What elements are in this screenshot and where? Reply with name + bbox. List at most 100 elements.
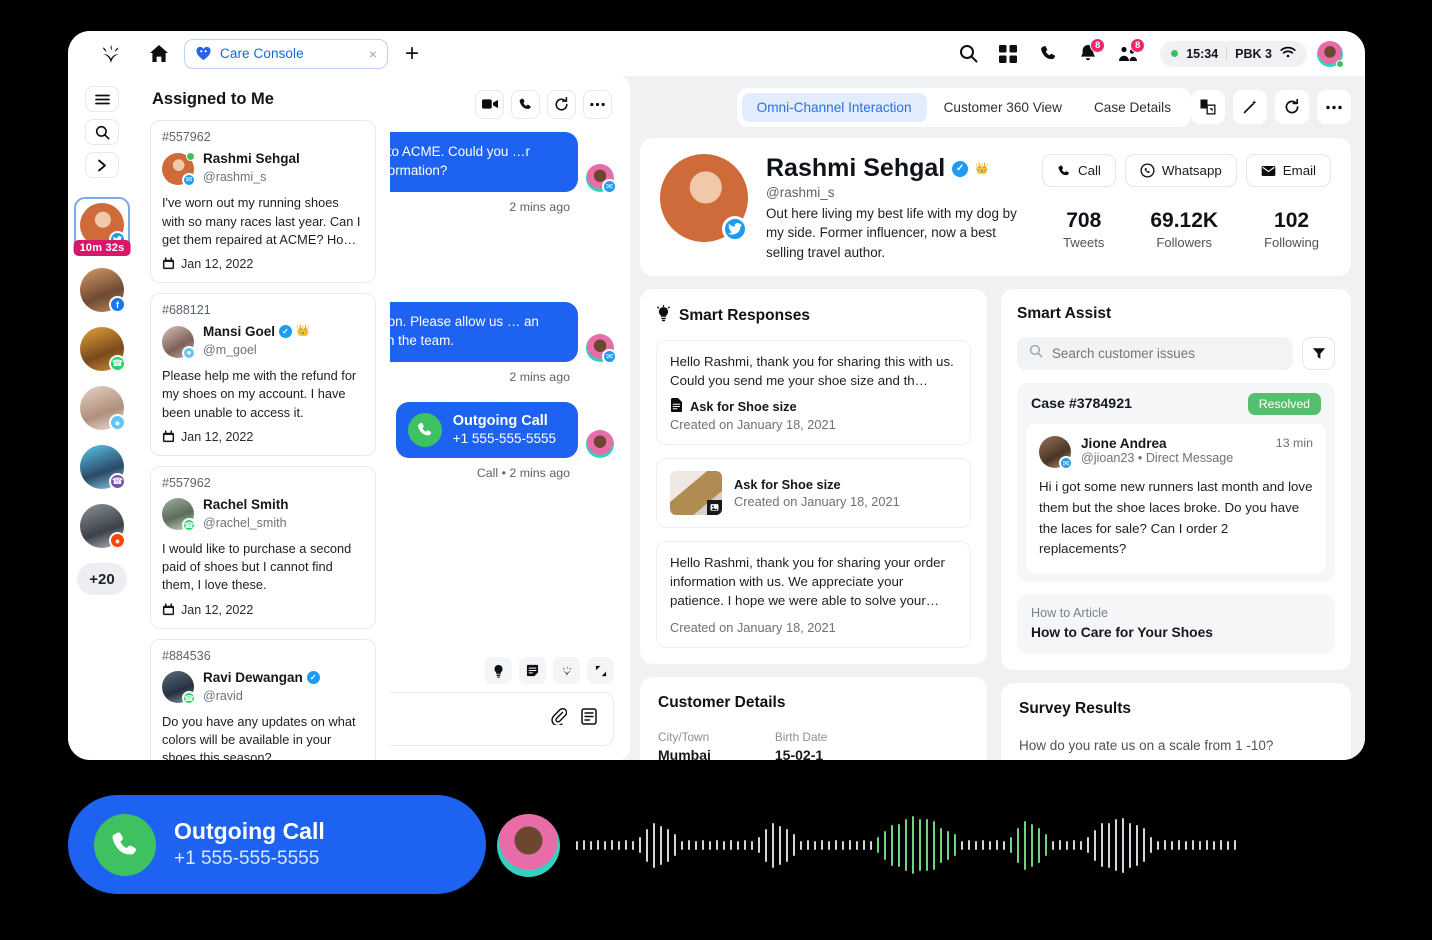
waveform-bar xyxy=(625,840,627,850)
waveform-bar xyxy=(1066,840,1068,850)
sprinklr-logo-icon[interactable] xyxy=(96,43,126,65)
filter-icon[interactable] xyxy=(1302,337,1335,371)
active-call-bar[interactable]: Outgoing Call +1 555-555-5555 xyxy=(68,795,486,894)
author-handle: @ravid xyxy=(203,688,243,703)
tab-customer-360-view[interactable]: Customer 360 View xyxy=(929,93,1077,122)
waveform-bar xyxy=(730,840,732,850)
search-icon[interactable] xyxy=(948,37,988,71)
detail-label: City/Town xyxy=(658,729,710,744)
waveform-bar xyxy=(681,840,683,850)
avatar[interactable] xyxy=(1317,40,1344,68)
collapse-icon[interactable] xyxy=(587,657,614,684)
rail-avatar-active[interactable]: 10m 32s xyxy=(73,197,131,256)
button-label: Call xyxy=(1077,163,1101,178)
avatar-image xyxy=(586,429,614,458)
waveform-bar xyxy=(898,823,900,867)
whatsapp-button[interactable]: Whatsapp xyxy=(1124,154,1237,187)
rail-avatar-item[interactable]: ● xyxy=(75,504,129,549)
response-title: Ask for Shoe size xyxy=(734,477,841,493)
lightbulb-icon[interactable] xyxy=(485,657,512,684)
avatar xyxy=(586,429,614,458)
tab-case-details[interactable]: Case Details xyxy=(1079,93,1186,122)
stat-followers: 69.12K Followers xyxy=(1150,209,1218,250)
smart-response-item[interactable]: Ask for Shoe size Created on January 18,… xyxy=(656,458,971,529)
waveform-bar xyxy=(1052,840,1054,850)
video-camera-icon[interactable] xyxy=(475,89,504,119)
rail-avatar-item[interactable]: f xyxy=(75,268,129,313)
split-view-icon[interactable] xyxy=(1191,90,1225,124)
avatar: ☎ xyxy=(162,498,196,533)
apps-grid-icon[interactable] xyxy=(988,37,1028,71)
attachment-icon[interactable] xyxy=(551,707,568,730)
waveform-bar xyxy=(940,827,942,863)
waveform-bar xyxy=(919,819,921,871)
list-item[interactable]: #884536 ☎ Ravi Dewangan ✓ @ravid Do you … xyxy=(150,638,376,760)
search-input[interactable] xyxy=(1052,346,1281,362)
status-pill[interactable]: 15:34 PBK 3 xyxy=(1160,40,1307,67)
phone-icon[interactable] xyxy=(511,89,540,119)
stat-following: 102 Following xyxy=(1264,209,1319,250)
rail-avatar-item[interactable]: ☎ xyxy=(75,327,129,372)
how-to-article[interactable]: How to Article How to Care for Your Shoe… xyxy=(1017,593,1335,654)
assigned-to-me-panel: Assigned to Me #557962 ✉ Rashmi Sehgal @… xyxy=(136,76,390,760)
online-indicator xyxy=(186,151,195,161)
rail-avatar-item[interactable]: ☎ xyxy=(75,445,129,490)
call-button[interactable]: Call xyxy=(1041,154,1116,187)
tab-omni-channel-interaction[interactable]: Omni-Channel Interaction xyxy=(741,92,927,122)
rail-avatar-item[interactable]: ● xyxy=(75,386,129,431)
tab-label: Care Console xyxy=(220,46,304,61)
menu-icon[interactable] xyxy=(85,86,119,112)
people-icon[interactable]: 8 xyxy=(1108,37,1148,71)
home-icon[interactable] xyxy=(148,43,170,65)
message-list[interactable]: …hing out to ACME. Could you …r account … xyxy=(390,132,630,651)
magic-wand-icon[interactable] xyxy=(1233,90,1267,124)
browser-tab-care-console[interactable]: Care Console × xyxy=(184,38,388,69)
message-timestamp: Call • 2 mins ago xyxy=(476,465,570,480)
more-horizontal-icon[interactable] xyxy=(583,89,612,119)
close-icon[interactable]: × xyxy=(369,47,377,61)
message-text: …onfirmation. Please allow us … an updat… xyxy=(390,302,578,362)
button-label: Email xyxy=(1282,163,1316,178)
avatar: ✉ xyxy=(162,151,196,187)
list-item[interactable]: #557962 ✉ Rashmi Sehgal @rashmi_s I've w… xyxy=(150,120,376,283)
refresh-icon[interactable] xyxy=(547,89,576,119)
status-badge: Resolved xyxy=(1247,393,1321,416)
sprinklr-icon[interactable] xyxy=(553,657,580,684)
message-composer[interactable] xyxy=(390,692,614,746)
customer-profile-card: Rashmi Sehgal ✓ 👑 @rashmi_s Out here liv… xyxy=(640,138,1351,277)
notes-icon[interactable] xyxy=(519,657,546,684)
message-timestamp: 2 mins ago xyxy=(509,369,570,384)
profile-right: Call Whatsapp Email 708 Tweets 69.12K Fo… xyxy=(1041,154,1331,250)
waveform-bar xyxy=(842,840,844,850)
card-title: Smart Assist xyxy=(1017,305,1335,323)
waveform-bar xyxy=(1157,840,1159,850)
detail-city: City/Town Mumbai xyxy=(658,730,711,760)
response-text: Hello Rashmi, thank you for sharing this… xyxy=(670,354,954,389)
survey-question: How do you rate us on a scale from 1 -10… xyxy=(1019,737,1274,753)
case-id: #557962 xyxy=(162,130,211,144)
email-button[interactable]: Email xyxy=(1245,154,1331,187)
template-icon[interactable] xyxy=(581,708,597,730)
detail-birth-date: Birth Date 15-02-1 xyxy=(775,730,827,760)
refresh-icon[interactable] xyxy=(1275,90,1309,124)
profile-actions: Call Whatsapp Email xyxy=(1041,154,1331,187)
search-box[interactable] xyxy=(1017,337,1293,371)
new-tab-button[interactable]: + xyxy=(405,41,419,66)
waveform-bar xyxy=(814,840,816,850)
more-horizontal-icon[interactable] xyxy=(1317,90,1351,124)
bell-icon[interactable]: 8 xyxy=(1068,37,1108,71)
smart-assist-case[interactable]: Case #3784921 Resolved ✉ Jione Andrea @j… xyxy=(1017,383,1335,582)
phone-icon[interactable] xyxy=(1028,37,1068,71)
message-timestamp: 2 mins ago xyxy=(509,199,570,214)
waveform-bar xyxy=(1094,829,1096,861)
chevron-right-icon[interactable] xyxy=(85,152,119,178)
waveform-bar xyxy=(660,825,662,865)
more-conversations-button[interactable]: +20 xyxy=(77,563,127,595)
list-item[interactable]: #557962 ☎ Rachel Smith @rachel_smith I w… xyxy=(150,465,376,629)
call-number: +1 555-555-5555 xyxy=(174,848,320,870)
search-icon[interactable] xyxy=(85,119,119,145)
smart-response-item[interactable]: Hello Rashmi, thank you for sharing this… xyxy=(656,340,971,446)
list-item[interactable]: #688121 ● Mansi Goel ✓ 👑 @m_goel Please … xyxy=(150,292,376,456)
waveform-bar xyxy=(646,828,648,862)
smart-response-item[interactable]: Hello Rashmi, thank you for sharing your… xyxy=(656,541,971,648)
